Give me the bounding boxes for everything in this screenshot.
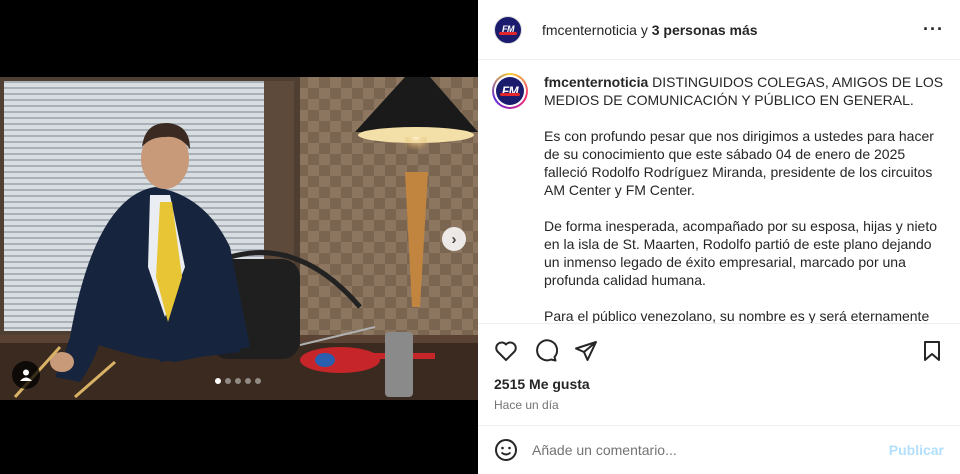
action-icons-row xyxy=(478,324,960,372)
author-username[interactable]: fmcenternoticia xyxy=(542,22,637,38)
coauthors-link[interactable]: 3 personas más xyxy=(652,22,758,38)
post-actions: 2515 Me gusta Hace un día xyxy=(478,323,960,414)
avatar-logo-swoosh xyxy=(500,93,520,97)
publish-button[interactable]: Publicar xyxy=(889,442,944,458)
post-details-panel: FM fmcenternoticia y 3 personas más ··· … xyxy=(478,0,960,474)
more-options-button[interactable]: ··· xyxy=(923,19,944,40)
caption-row: FM fmcenternoticia DISTINGUIDOS COLEGAS,… xyxy=(478,61,960,323)
likes-count[interactable]: 2515 Me gusta xyxy=(478,372,960,392)
caption-paragraph: Es con profundo pesar que nos dirigimos … xyxy=(544,128,934,198)
post-author-line: fmcenternoticia y 3 personas más xyxy=(542,22,758,38)
avatar-logo-swoosh xyxy=(498,31,518,35)
coauthors-connector: y xyxy=(640,21,648,38)
send-icon xyxy=(575,341,597,361)
chevron-right-icon: › xyxy=(451,230,457,248)
like-button[interactable] xyxy=(494,339,518,363)
post-media: › xyxy=(0,0,478,474)
comment-icon xyxy=(536,339,558,362)
caption-scroll-area[interactable]: FM fmcenternoticia DISTINGUIDOS COLEGAS,… xyxy=(478,61,960,323)
tagged-users-button[interactable] xyxy=(12,361,40,389)
carousel-indicator xyxy=(215,378,261,384)
carousel-dot xyxy=(235,378,241,384)
emoji-button[interactable] xyxy=(494,438,518,462)
avatar-logo-text: FM xyxy=(501,84,519,99)
carousel-dot xyxy=(225,378,231,384)
carousel-dot xyxy=(245,378,251,384)
caption-username[interactable]: fmcenternoticia xyxy=(544,74,648,90)
share-button[interactable] xyxy=(574,339,598,363)
save-button[interactable] xyxy=(920,339,944,363)
caption-paragraph: De forma inesperada, acompañado por su e… xyxy=(544,218,938,288)
bookmark-icon xyxy=(924,341,940,361)
post-timestamp[interactable]: Hace un día xyxy=(478,392,960,414)
comment-bar: Publicar xyxy=(478,425,960,474)
carousel-next-button[interactable]: › xyxy=(442,227,466,251)
comment-button[interactable] xyxy=(534,339,558,363)
post-photo-image xyxy=(0,77,478,400)
avatar-ring-inner: FM xyxy=(494,75,526,107)
comment-input[interactable] xyxy=(532,442,872,458)
avatar-core: FM xyxy=(496,77,524,105)
heart-icon xyxy=(495,341,517,361)
carousel-dot xyxy=(215,378,221,384)
caption-paragraph: Para el público venezolano, su nombre es… xyxy=(544,308,930,323)
post-photo[interactable] xyxy=(0,77,478,400)
caption-text: fmcenternoticia DISTINGUIDOS COLEGAS, AM… xyxy=(544,73,944,323)
author-avatar[interactable]: FM xyxy=(494,15,522,44)
carousel-dot xyxy=(255,378,261,384)
emoji-icon xyxy=(495,439,517,461)
caption-author-avatar[interactable]: FM xyxy=(492,73,528,109)
user-icon xyxy=(20,369,32,381)
post-header: FM fmcenternoticia y 3 personas más ··· xyxy=(478,0,960,60)
caption-paragraph: fmcenternoticia DISTINGUIDOS COLEGAS, AM… xyxy=(544,73,944,109)
more-options-icon: ··· xyxy=(923,19,944,39)
